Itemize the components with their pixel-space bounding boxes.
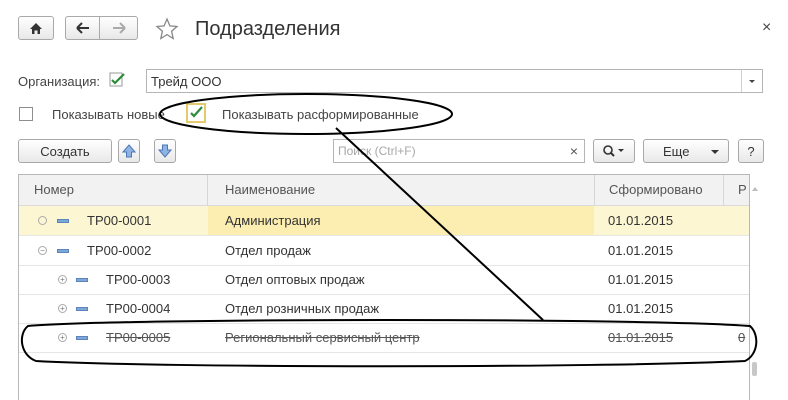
home-icon — [30, 22, 42, 34]
show-disbanded-label: Показывать расформированные — [222, 107, 419, 122]
row-name: Отдел продаж — [225, 243, 311, 258]
clear-search-button[interactable]: × — [570, 143, 578, 159]
row-name: Отдел розничных продаж — [225, 301, 380, 316]
forward-button[interactable] — [99, 16, 138, 40]
scrollbar-thumb[interactable] — [752, 362, 757, 376]
column-header-number[interactable]: Номер — [34, 175, 74, 205]
leaf-node-icon — [38, 216, 47, 225]
column-header-extra[interactable]: Р — [738, 175, 747, 205]
create-button[interactable]: Создать — [18, 139, 112, 163]
help-button[interactable]: ? — [738, 139, 764, 163]
checkmark-icon — [109, 72, 125, 87]
checkmark-icon — [190, 106, 203, 118]
row-number: ТР00-0003 — [106, 272, 171, 287]
scrollbar[interactable] — [749, 175, 750, 400]
division-icon — [76, 307, 88, 311]
back-button[interactable] — [65, 16, 100, 40]
organization-label: Организация: — [18, 74, 101, 89]
search-input[interactable]: Поиск (Ctrl+F) × — [333, 139, 585, 163]
move-up-button[interactable] — [118, 139, 140, 163]
favorite-button[interactable] — [155, 17, 179, 41]
arrow-up-icon — [122, 144, 136, 158]
table-row[interactable]: ТР00-0001 Администрация 01.01.2015 — [19, 206, 749, 236]
expand-node-icon[interactable]: + — [58, 275, 67, 284]
row-number: ТР00-0004 — [106, 301, 171, 316]
expand-node-icon[interactable]: + — [58, 304, 67, 313]
column-header-formed[interactable]: Сформировано — [609, 175, 703, 205]
column-divider — [594, 175, 595, 205]
close-button[interactable]: × — [762, 19, 771, 37]
move-down-button[interactable] — [154, 139, 176, 163]
arrow-left-icon — [75, 22, 89, 34]
division-icon — [57, 219, 69, 223]
division-icon — [57, 249, 69, 253]
row-date: 01.01.2015 — [608, 213, 674, 228]
divisions-table[interactable]: Номер Наименование Сформировано Р ТР00-0… — [18, 174, 750, 400]
chevron-down-icon — [711, 150, 719, 154]
organization-field[interactable]: Трейд ООО — [146, 69, 763, 93]
search-icon — [603, 145, 624, 157]
row-number: ТР00-0001 — [87, 213, 152, 228]
row-date: 01.01.2015 — [608, 272, 674, 287]
row-name: Администрация — [225, 213, 321, 228]
scrollbar-up-arrow[interactable] — [751, 182, 759, 191]
show-new-label: Показывать новые — [52, 107, 165, 122]
table-row[interactable]: + ТР00-0003 Отдел оптовых продаж 01.01.2… — [19, 265, 749, 295]
table-row[interactable]: + ТР00-0005 Региональный сервисный центр… — [19, 323, 749, 353]
arrow-right-icon — [112, 22, 126, 34]
search-options-button[interactable] — [593, 139, 635, 163]
table-row[interactable]: − ТР00-0002 Отдел продаж 01.01.2015 — [19, 236, 749, 266]
row-date: 01.01.2015 — [608, 330, 674, 345]
row-extra: 0 — [738, 330, 746, 345]
division-icon — [76, 278, 88, 282]
collapse-node-icon[interactable]: − — [38, 246, 47, 255]
row-name: Региональный сервисный центр — [225, 330, 420, 345]
star-icon — [155, 17, 179, 40]
chevron-up-icon — [752, 187, 758, 191]
column-divider — [723, 175, 724, 205]
row-name: Отдел оптовых продаж — [225, 272, 365, 287]
show-disbanded-checkbox[interactable] — [186, 103, 206, 123]
division-icon — [76, 336, 88, 340]
expand-node-icon[interactable]: + — [58, 333, 67, 342]
organization-checkbox[interactable] — [108, 72, 126, 88]
organization-value: Трейд ООО — [151, 74, 222, 89]
more-button[interactable]: Еще — [643, 139, 729, 163]
show-new-checkbox[interactable] — [19, 107, 33, 121]
row-date: 01.01.2015 — [608, 243, 674, 258]
organization-dropdown-button[interactable] — [741, 70, 762, 92]
more-label: Еще — [663, 144, 690, 159]
page-title: Подразделения — [195, 18, 341, 40]
home-button[interactable] — [18, 16, 54, 40]
table-row[interactable]: + ТР00-0004 Отдел розничных продаж 01.01… — [19, 294, 749, 324]
column-header-name[interactable]: Наименование — [225, 175, 315, 205]
row-date: 01.01.2015 — [608, 301, 674, 316]
table-header: Номер Наименование Сформировано Р — [19, 175, 749, 206]
row-number: ТР00-0005 — [106, 330, 171, 345]
search-placeholder: Поиск (Ctrl+F) — [338, 144, 416, 158]
arrow-down-icon — [158, 144, 172, 158]
chevron-down-icon — [749, 80, 755, 83]
column-divider — [207, 175, 208, 205]
row-number: ТР00-0002 — [87, 243, 152, 258]
